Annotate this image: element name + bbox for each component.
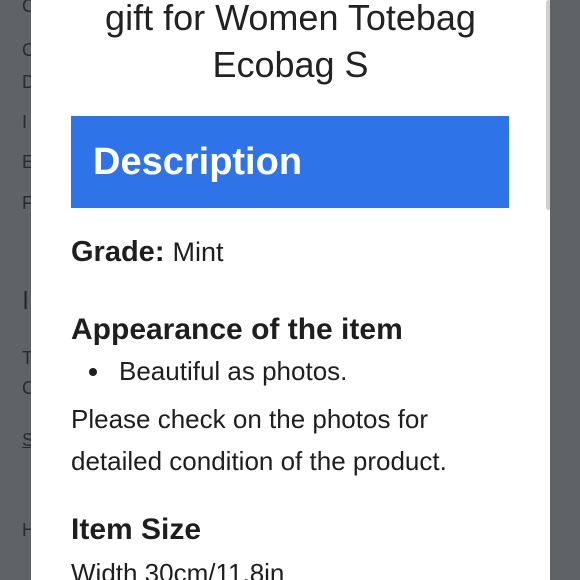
list-item: Beautiful as photos.	[89, 356, 347, 387]
product-title-line-2: Ecobag S	[212, 44, 369, 85]
modal-scrollbar[interactable]	[546, 0, 550, 210]
bg-text-fragment: I	[22, 285, 30, 315]
bg-text-fragment: I	[22, 112, 28, 132]
appearance-bullet-text: Beautiful as photos.	[119, 356, 348, 386]
description-banner: Description	[71, 116, 509, 208]
appearance-note-line-1: Please check on the photos for	[71, 404, 429, 434]
grade-label: Grade:	[71, 236, 165, 268]
item-size-heading: Item Size	[71, 513, 202, 546]
item-size-width: Width 30cm/11.8in	[71, 558, 285, 580]
description-heading: Description	[93, 140, 303, 183]
appearance-heading: Appearance of the item	[71, 313, 403, 346]
product-detail-modal: gift for Women Totebag Ecobag S Descript…	[31, 0, 550, 580]
appearance-note: Please check on the photos for detailed …	[71, 398, 531, 482]
grade-value: Mint	[172, 237, 224, 267]
product-title: gift for Women Totebag Ecobag S	[31, 0, 550, 88]
grade-row: Grade: Mint	[71, 236, 224, 269]
appearance-note-line-2: detailed condition of the product.	[71, 446, 447, 476]
bullet-dot-icon	[89, 367, 97, 376]
product-title-line-1: gift for Women Totebag	[105, 0, 476, 38]
